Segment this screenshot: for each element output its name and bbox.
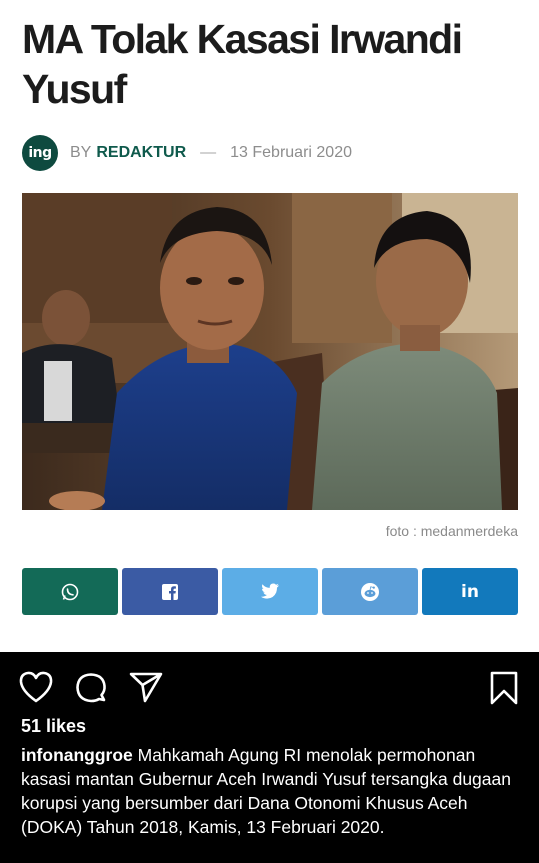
instagram-post-footer: 51 likes infonanggroe Mahkamah Agung RI … [0,652,539,863]
comment-icon[interactable] [73,670,109,706]
share-facebook-button[interactable] [122,568,218,615]
reddit-icon [361,582,379,601]
heart-icon[interactable] [18,670,54,704]
share-bar: in [22,568,518,615]
share-reddit-button[interactable] [322,568,418,615]
publish-date: 13 Februari 2020 [230,144,352,161]
linkedin-icon: in [461,581,479,602]
share-linkedin-button[interactable]: in [422,568,518,615]
article-photo [22,193,518,510]
author-link[interactable]: REDAKTUR [96,144,186,162]
post-actions [18,670,522,706]
share-twitter-button[interactable] [222,568,318,615]
caption-username[interactable]: infonanggroe [21,745,133,765]
by-label: BY [70,144,92,161]
share-icon[interactable] [128,670,164,704]
article-title[interactable]: MA Tolak Kasasi Irwandi Yusuf [22,14,517,114]
byline: ing BY REDAKTUR — 13 Februari 2020 [22,134,352,172]
site-logo[interactable]: ing [22,135,58,171]
whatsapp-icon [61,583,79,600]
likes-count[interactable]: 51 likes [21,716,86,737]
share-whatsapp-button[interactable] [22,568,118,615]
byline-separator: — [200,144,217,161]
bookmark-icon[interactable] [488,670,520,706]
facebook-icon [162,583,178,600]
twitter-icon [261,583,279,599]
photo-caption: foto : medanmerdeka [385,523,518,539]
article-card: MA Tolak Kasasi Irwandi Yusuf ing BY RED… [0,0,539,652]
post-caption: infonanggroe Mahkamah Agung RI menolak p… [21,743,521,839]
